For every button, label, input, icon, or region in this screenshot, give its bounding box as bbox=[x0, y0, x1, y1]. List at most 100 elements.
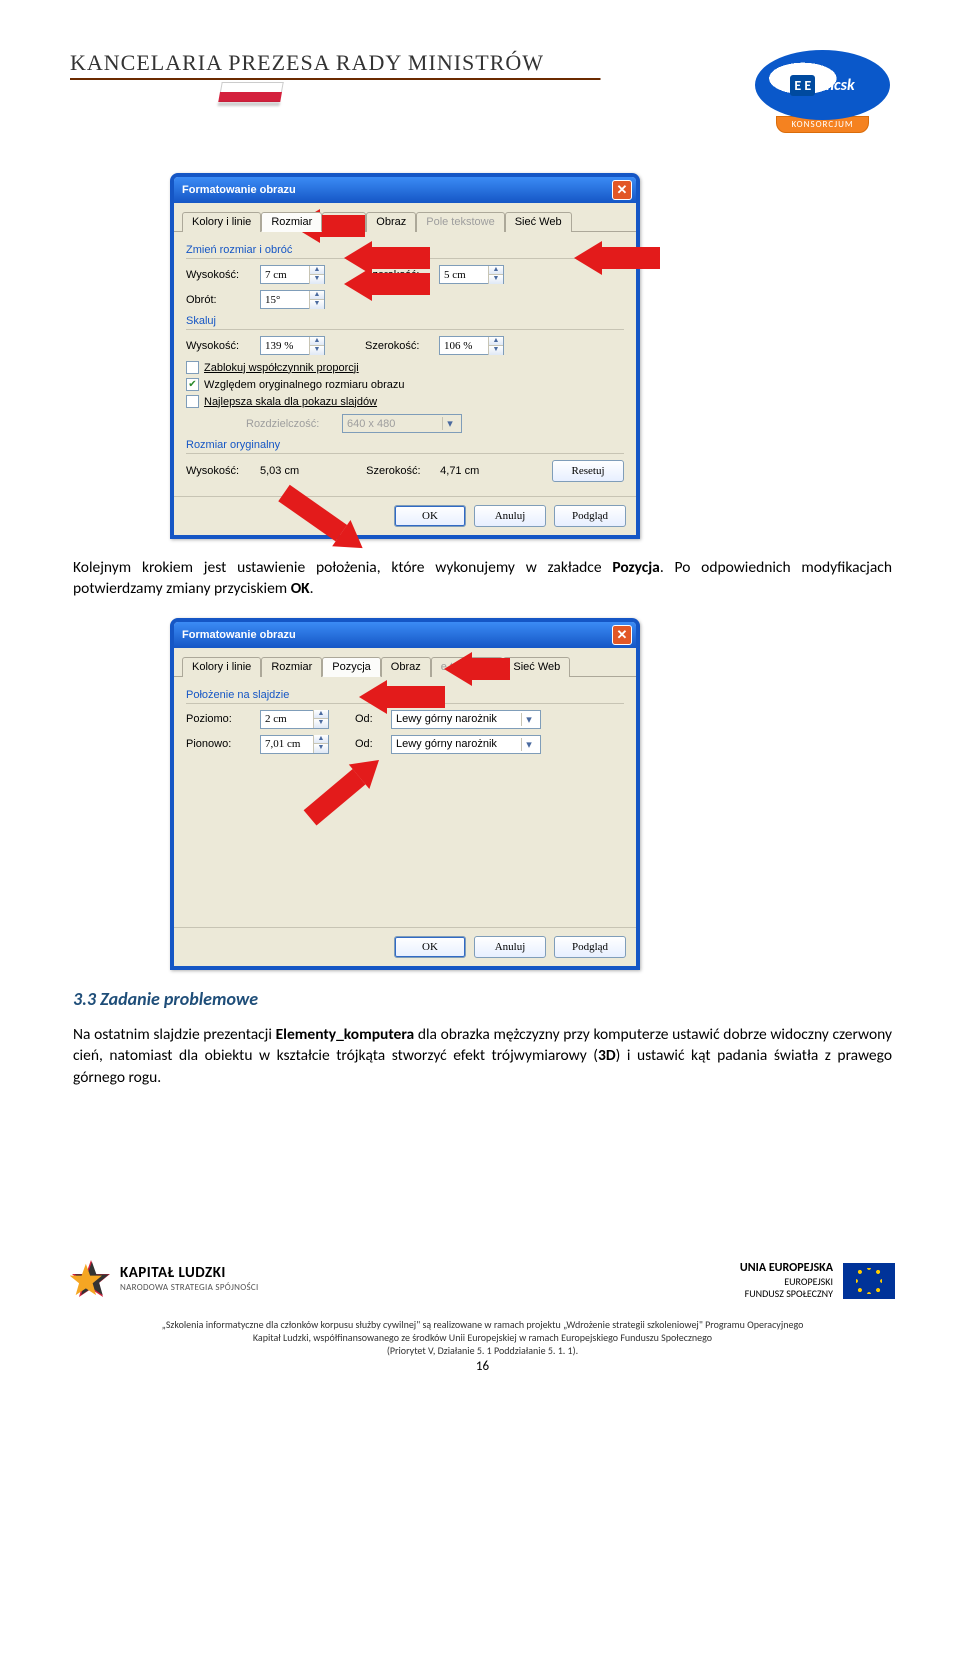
ok-button[interactable]: OK bbox=[394, 936, 466, 958]
logo-mcsk: mcsk bbox=[821, 76, 854, 95]
paragraph-1: Kolejnym krokiem jest ustawienie położen… bbox=[73, 557, 892, 600]
checkbox-lock-aspect[interactable]: Zablokuj współczynnik proporcji bbox=[186, 361, 624, 374]
consortium-logo: E E mcsk KONSORCJUM bbox=[750, 50, 895, 133]
group-oryginalny: Rozmiar oryginalny bbox=[186, 439, 624, 454]
dialog2-tabs: Kolory i linie Rozmiar Pozycja Obraz e t… bbox=[174, 648, 636, 677]
dialog1-body: Zmień rozmiar i obróć Wysokość: ▲▼ Szero… bbox=[174, 232, 636, 496]
kl-subtitle: NARODOWA STRATEGIA SPÓJNOŚCI bbox=[120, 1282, 259, 1293]
input-pionowo[interactable] bbox=[261, 736, 313, 753]
header-underline bbox=[70, 78, 750, 80]
ok-button[interactable]: OK bbox=[394, 505, 466, 527]
label-od-1: Od: bbox=[355, 713, 385, 725]
tab-pole-tekstowe: Pole tekstowe bbox=[416, 212, 504, 232]
label-obrot: Obrót: bbox=[186, 294, 254, 306]
reset-button[interactable]: Resetuj bbox=[552, 460, 624, 482]
dialog1-titlebar[interactable]: Formatowanie obrazu ✕ bbox=[174, 177, 636, 203]
spinner-poziomo[interactable]: ▲▼ bbox=[260, 710, 329, 729]
chevron-down-icon: ▾ bbox=[521, 738, 536, 751]
input-sk-szerokosc[interactable] bbox=[440, 337, 488, 354]
dialog2-buttons: OK Anuluj Podgląd bbox=[174, 927, 636, 966]
label-oryg-szer: Szerokość: bbox=[366, 465, 434, 477]
select-rozdzielczosc: 640 x 480▾ bbox=[342, 414, 462, 433]
dialog1-tabs: Kolory i linie Rozmiar Pozycja Obraz Pol… bbox=[174, 203, 636, 232]
checkbox-relative-original[interactable]: ✔Względem oryginalnego rozmiaru obrazu bbox=[186, 378, 624, 391]
cancel-button[interactable]: Anuluj bbox=[474, 505, 546, 527]
group-resize: Zmień rozmiar i obróć bbox=[186, 244, 624, 259]
spinner-arrows-icon[interactable]: ▲▼ bbox=[309, 337, 324, 355]
chevron-down-icon: ▾ bbox=[442, 417, 457, 430]
spinner-arrows-icon[interactable]: ▲▼ bbox=[488, 337, 503, 355]
dialog1-title: Formatowanie obrazu bbox=[182, 184, 296, 196]
preview-button[interactable]: Podgląd bbox=[554, 936, 626, 958]
value-oryg-wys: 5,03 cm bbox=[260, 465, 299, 477]
kl-title: KAPITAŁ LUDZKI bbox=[120, 1264, 259, 1282]
spinner-pionowo[interactable]: ▲▼ bbox=[260, 735, 329, 754]
label-oryg-wys: Wysokość: bbox=[186, 465, 254, 477]
tab-kolory[interactable]: Kolory i linie bbox=[182, 212, 261, 232]
format-image-dialog-position: Formatowanie obrazu ✕ Kolory i linie Roz… bbox=[170, 618, 640, 970]
dialog1-buttons: OK Anuluj Podgląd bbox=[174, 496, 636, 535]
logo-ee: E E bbox=[790, 75, 815, 96]
input-sk-wysokosc[interactable] bbox=[261, 337, 309, 354]
group-polozenie: Położenie na slajdzie bbox=[186, 689, 624, 704]
tab-rozmiar[interactable]: Rozmiar bbox=[261, 212, 322, 232]
spinner-wysokosc[interactable]: ▲▼ bbox=[260, 265, 325, 284]
tab-pole-tekstowe: e tekstowe bbox=[431, 657, 504, 677]
tab-kolory[interactable]: Kolory i linie bbox=[182, 657, 261, 677]
ue-line3: FUNDUSZ SPOŁECZNY bbox=[740, 1288, 833, 1300]
tab-siec-web[interactable]: Sieć Web bbox=[505, 212, 572, 232]
checkbox-best-scale[interactable]: Najlepsza skala dla pokazu slajdów bbox=[186, 395, 624, 408]
label-pionowo: Pionowo: bbox=[186, 738, 254, 750]
label-sk-wysokosc: Wysokość: bbox=[186, 340, 254, 352]
chevron-down-icon: ▾ bbox=[521, 713, 536, 726]
label-sk-szerokosc: Szerokość: bbox=[365, 340, 433, 352]
select-od-pionowo[interactable]: Lewy górny narożnik▾ bbox=[391, 735, 541, 754]
heading-3-3: 3.3 Zadanie problemowe bbox=[73, 988, 892, 1010]
spinner-arrows-icon[interactable]: ▲▼ bbox=[309, 291, 324, 309]
spinner-arrows-icon[interactable]: ▲▼ bbox=[313, 710, 328, 728]
label-od-2: Od: bbox=[355, 738, 385, 750]
page-number: 16 bbox=[70, 1359, 895, 1374]
tab-pozycja[interactable]: Pozycja bbox=[322, 212, 366, 232]
cancel-button[interactable]: Anuluj bbox=[474, 936, 546, 958]
close-icon[interactable]: ✕ bbox=[612, 625, 632, 645]
spinner-arrows-icon[interactable]: ▲▼ bbox=[313, 735, 328, 753]
select-od-poziomo[interactable]: Lewy górny narożnik▾ bbox=[391, 710, 541, 729]
ue-line1: UNIA EUROPEJSKA bbox=[740, 1261, 833, 1275]
tab-obraz[interactable]: Obraz bbox=[381, 657, 431, 677]
input-obrot[interactable] bbox=[261, 291, 309, 308]
label-poziomo: Poziomo: bbox=[186, 713, 254, 725]
spinner-sk-wysokosc[interactable]: ▲▼ bbox=[260, 336, 325, 355]
eu-flag-icon bbox=[843, 1263, 895, 1299]
spinner-sk-szerokosc[interactable]: ▲▼ bbox=[439, 336, 504, 355]
polish-flag-icon bbox=[218, 82, 284, 102]
dialog2-title: Formatowanie obrazu bbox=[182, 629, 296, 641]
value-oryg-szer: 4,71 cm bbox=[440, 465, 479, 477]
close-icon[interactable]: ✕ bbox=[612, 180, 632, 200]
tab-rozmiar[interactable]: Rozmiar bbox=[261, 657, 322, 677]
input-wysokosc[interactable] bbox=[261, 266, 309, 283]
label-wysokosc: Wysokość: bbox=[186, 269, 254, 281]
kprm-block: KANCELARIA PREZESA RADY MINISTRÓW bbox=[70, 50, 750, 102]
document-header: KANCELARIA PREZESA RADY MINISTRÓW E E mc… bbox=[70, 50, 895, 133]
document-footer: KAPITAŁ LUDZKI NARODOWA STRATEGIA SPÓJNO… bbox=[70, 1258, 895, 1374]
star-icon bbox=[70, 1258, 112, 1300]
kapital-ludzki-logo: KAPITAŁ LUDZKI NARODOWA STRATEGIA SPÓJNO… bbox=[70, 1258, 259, 1300]
input-poziomo[interactable] bbox=[261, 711, 313, 728]
footer-disclaimer: „Szkolenia informatyczne dla członków ko… bbox=[70, 1318, 895, 1357]
spinner-arrows-icon[interactable]: ▲▼ bbox=[488, 266, 503, 284]
dialog2-titlebar[interactable]: Formatowanie obrazu ✕ bbox=[174, 622, 636, 648]
preview-button[interactable]: Podgląd bbox=[554, 505, 626, 527]
spinner-szerokosc[interactable]: ▲▼ bbox=[439, 265, 504, 284]
label-szerokosc: Szerokość: bbox=[365, 269, 433, 281]
tab-siec-web[interactable]: Sieć Web bbox=[503, 657, 570, 677]
tab-obraz[interactable]: Obraz bbox=[366, 212, 416, 232]
input-szerokosc[interactable] bbox=[440, 266, 488, 283]
kprm-title: KANCELARIA PREZESA RADY MINISTRÓW bbox=[70, 50, 750, 76]
paragraph-2: Na ostatnim slajdzie prezentacji Element… bbox=[73, 1024, 892, 1088]
spinner-obrot[interactable]: ▲▼ bbox=[260, 290, 325, 309]
label-rozdzielczosc: Rozdzielczość: bbox=[246, 418, 336, 430]
dialog2-body: Położenie na slajdzie Poziomo: ▲▼ Od: Le… bbox=[174, 677, 636, 927]
tab-pozycja[interactable]: Pozycja bbox=[322, 657, 381, 677]
spinner-arrows-icon[interactable]: ▲▼ bbox=[309, 266, 324, 284]
